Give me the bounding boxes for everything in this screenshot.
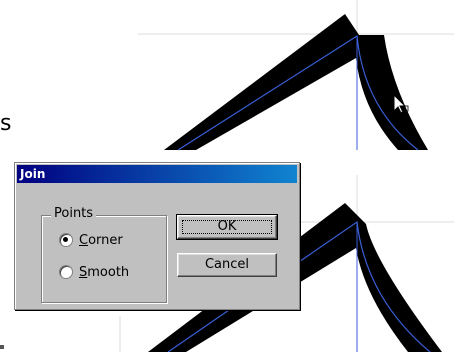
cancel-button[interactable]: Cancel — [177, 253, 277, 277]
upper-illustration — [138, 0, 454, 151]
join-dialog: Join Points Corner Smooth OK Cancel — [14, 162, 300, 310]
corner-radio-button[interactable] — [59, 233, 73, 247]
dialog-title: Join — [20, 167, 46, 181]
smooth-radio-button[interactable] — [59, 265, 73, 279]
points-groupbox: Points Corner Smooth — [41, 206, 169, 307]
dialog-titlebar[interactable]: Join — [17, 165, 297, 183]
corner-radio-option[interactable]: Corner — [59, 231, 123, 249]
ok-button[interactable]: OK — [176, 214, 278, 240]
points-group-label: Points — [51, 206, 97, 222]
smooth-radio-option[interactable]: Smooth — [59, 263, 129, 281]
radio-selected-dot — [63, 237, 68, 242]
partial-mark — [0, 345, 4, 349]
corner-label: Corner — [79, 232, 123, 248]
smooth-label: Smooth — [79, 264, 130, 280]
